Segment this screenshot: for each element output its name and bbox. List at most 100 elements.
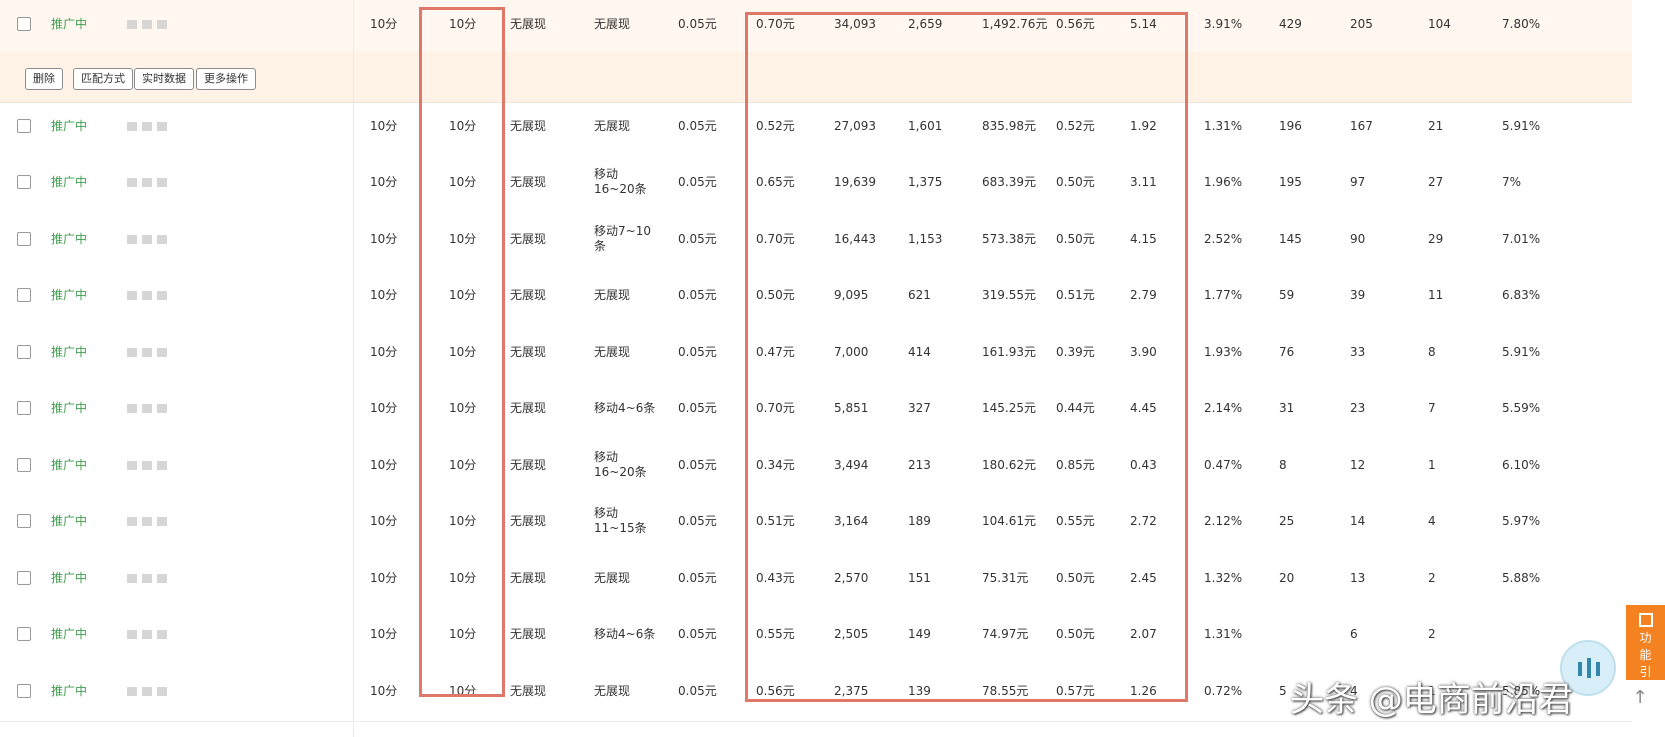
row-checkbox[interactable]	[17, 345, 31, 359]
table-row: 推广中 10分 10分 无展现 移动16~20条 0.05元 0.65元 19,639 1,37…	[0, 152, 1632, 213]
row-roi: 1.92	[1130, 118, 1157, 133]
row-status[interactable]: 推广中	[51, 345, 87, 360]
row-metric-13: 31	[1279, 400, 1295, 415]
row-cvr: 1.31%	[1204, 118, 1243, 133]
row-roi: 1.26	[1130, 683, 1157, 698]
feature-guide-widget[interactable]: 功能引导	[1626, 605, 1665, 696]
row-clicks: 1,153	[908, 231, 943, 246]
row-status[interactable]: 推广中	[51, 571, 87, 586]
row-status[interactable]: 推广中	[51, 232, 87, 247]
row-roi: 4.15	[1130, 231, 1157, 246]
row-avg-cpc: 0.50元	[1056, 570, 1095, 585]
match-type-button[interactable]: 匹配方式	[73, 68, 133, 90]
row-metric-16: 7.80%	[1502, 16, 1541, 31]
realtime-data-button[interactable]: 实时数据	[134, 68, 194, 90]
row-checkbox[interactable]	[17, 514, 31, 528]
row-cost: 319.55元	[982, 287, 1036, 302]
row-status[interactable]: 推广中	[51, 514, 87, 529]
row-score: 10分	[449, 683, 477, 698]
row-checkbox[interactable]	[17, 627, 31, 641]
row-avg-cpc: 0.52元	[1056, 118, 1095, 133]
row-cpc: 0.70元	[756, 16, 795, 31]
row-metric-13: 429	[1279, 16, 1302, 31]
row-cpc: 0.52元	[756, 118, 795, 133]
row-status[interactable]: 推广中	[51, 401, 87, 416]
row-metric-14: 12	[1350, 457, 1366, 472]
row-checkbox[interactable]	[17, 175, 31, 189]
row-metric-13: 145	[1279, 231, 1302, 246]
row-metric-14: 23	[1350, 400, 1366, 415]
row-metric-13: 20	[1279, 570, 1295, 585]
row-cpc: 0.51元	[756, 513, 795, 528]
row-action-bar: 删除 匹配方式 实时数据 更多操作	[0, 52, 1632, 103]
row-score: 10分	[449, 174, 477, 189]
row-clicks: 189	[908, 513, 931, 528]
row-quality-score: 10分	[370, 16, 398, 31]
row-cvr: 0.72%	[1204, 683, 1243, 698]
row-clicks: 151	[908, 570, 931, 585]
row-cvr: 2.52%	[1204, 231, 1243, 246]
row-clicks: 2,659	[908, 16, 943, 31]
row-cvr: 0.47%	[1204, 457, 1243, 472]
redacted-keyword	[127, 265, 167, 325]
row-quality-score: 10分	[370, 118, 398, 133]
row-cpc: 0.65元	[756, 174, 795, 189]
redacted-keyword	[127, 604, 167, 664]
row-roi: 2.07	[1130, 626, 1157, 641]
more-actions-button[interactable]: 更多操作	[196, 68, 256, 90]
row-roi: 4.45	[1130, 400, 1157, 415]
delete-button[interactable]: 删除	[25, 68, 63, 90]
row-avg-cpc: 0.50元	[1056, 626, 1095, 641]
row-status[interactable]: 推广中	[51, 627, 87, 642]
row-roi: 2.45	[1130, 570, 1157, 585]
row-metric-14: 13	[1350, 570, 1366, 585]
row-status[interactable]: 推广中	[51, 288, 87, 303]
row-impressions: 19,639	[834, 174, 876, 189]
row-checkbox[interactable]	[17, 119, 31, 133]
row-checkbox[interactable]	[17, 232, 31, 246]
row-clicks: 621	[908, 287, 931, 302]
row-status[interactable]: 推广中	[51, 175, 87, 190]
row-metric-14: 90	[1350, 231, 1366, 246]
row-status[interactable]: 推广中	[51, 458, 87, 473]
row-cost: 74.97元	[982, 626, 1029, 641]
row-checkbox[interactable]	[17, 458, 31, 472]
row-clicks: 414	[908, 344, 931, 359]
row-checkbox[interactable]	[17, 17, 31, 31]
row-metric-15: 27	[1428, 174, 1444, 189]
row-impressions: 2,570	[834, 570, 869, 585]
row-cpc: 0.47元	[756, 344, 795, 359]
row-cvr: 1.31%	[1204, 626, 1243, 641]
redacted-keyword	[127, 322, 167, 382]
row-metric-16: 5.88%	[1502, 570, 1541, 585]
table-row: 推广中 10分 10分 无展现 移动4~6条 0.05元 0.55元 2,505 149 74.9…	[0, 604, 1632, 665]
row-metric-13: 195	[1279, 174, 1302, 189]
row-cpc: 0.50元	[756, 287, 795, 302]
row-cpc: 0.55元	[756, 626, 795, 641]
row-checkbox[interactable]	[17, 401, 31, 415]
row-metric-14: 97	[1350, 174, 1366, 189]
row-metric-15: 104	[1428, 16, 1451, 31]
row-status[interactable]: 推广中	[51, 684, 87, 699]
row-cost: 78.55元	[982, 683, 1029, 698]
row-metric-15: 21	[1428, 118, 1444, 133]
row-checkbox[interactable]	[17, 571, 31, 585]
row-status[interactable]: 推广中	[51, 17, 87, 32]
row-cvr: 1.77%	[1204, 287, 1243, 302]
row-clicks: 1,375	[908, 174, 943, 189]
row-roi: 3.90	[1130, 344, 1157, 359]
row-bid-price: 0.05元	[678, 118, 717, 133]
scroll-to-top-button[interactable]: ↑	[1628, 686, 1652, 710]
row-status[interactable]: 推广中	[51, 119, 87, 134]
table-row: 推广中 10分 10分 无展现 无展现 0.05元 0.47元 7,000 414 161.93元…	[0, 322, 1632, 383]
row-mobile-rank: 无展现	[594, 683, 631, 698]
row-mobile-rank: 移动7~10条	[594, 224, 651, 253]
row-checkbox[interactable]	[17, 288, 31, 302]
redacted-keyword	[127, 152, 167, 212]
table-row: 推广中 10分 10分 无展现 移动7~10条 0.05元 0.70元 16,443 1,153…	[0, 209, 1632, 270]
redacted-keyword	[127, 96, 167, 156]
row-mobile-rank: 移动16~20条	[594, 450, 647, 479]
row-score: 10分	[449, 16, 477, 31]
redacted-keyword	[127, 491, 167, 551]
row-checkbox[interactable]	[17, 684, 31, 698]
